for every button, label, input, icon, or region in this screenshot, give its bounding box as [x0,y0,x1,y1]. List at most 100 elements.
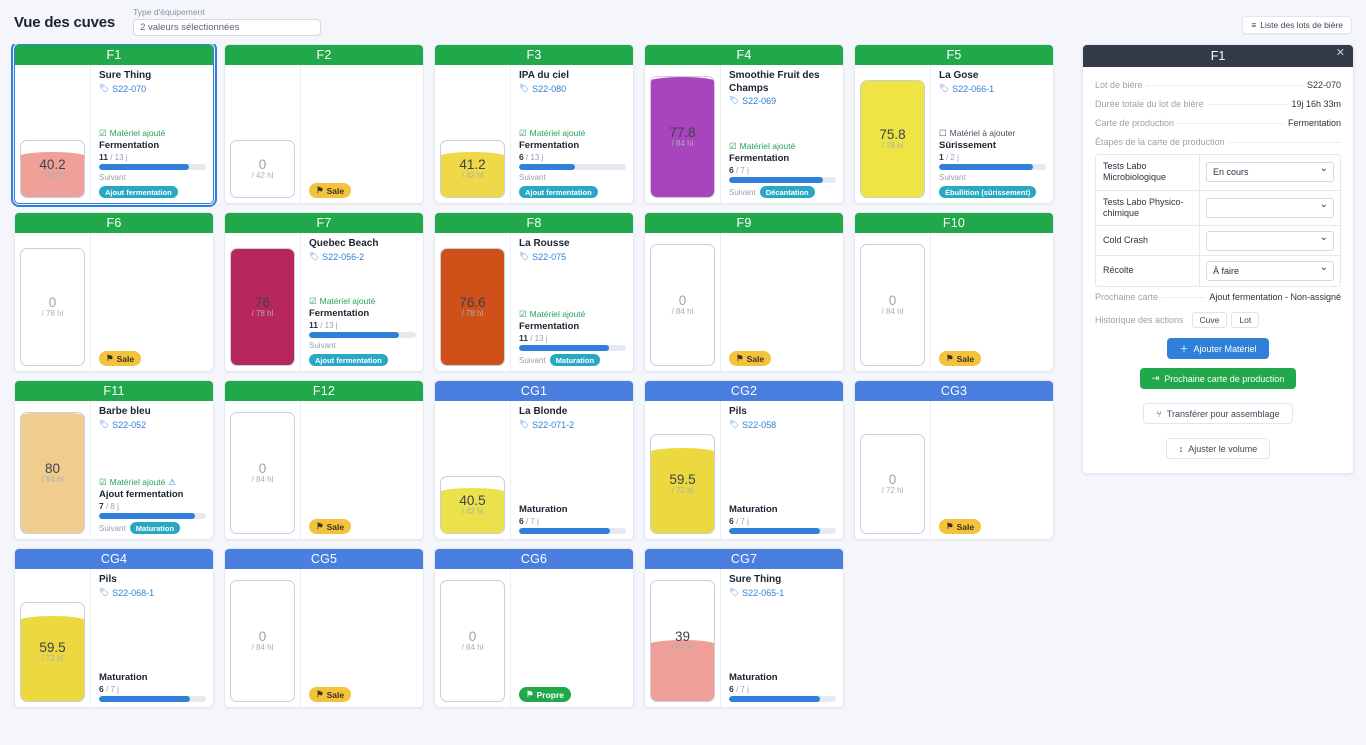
beer-lot-row[interactable]: 🏷 S22-080 [519,84,626,94]
step-day-total: / 2 j [943,153,959,162]
close-icon[interactable]: ✕ [1336,48,1345,59]
beer-lot-row[interactable]: 🏷 S22-052 [99,420,206,430]
status-badge-wrapper: ⚑ Sale [99,351,206,366]
tank-card-f4[interactable]: F4 77.8/ 84 hl Smoothie Fruit des Champs 🏷 S… [644,44,844,204]
beer-lot-row[interactable]: 🏷 S22-070 [99,84,206,94]
panel-action-button[interactable]: ＋ Ajouter Matériel [1167,338,1269,359]
beer-lot-list-button[interactable]: ≡ Liste des lots de bière [1242,16,1352,34]
beer-lot-number: S22-065-1 [742,587,785,598]
production-step-select-wrapper [1200,226,1340,255]
tank-card-cg7[interactable]: CG7 39/ 84 hl Sure Thing 🏷 S22-065-1 Maturati… [644,548,844,708]
tank-card-f10[interactable]: F10 0/ 84 hl ⚑ Sale [854,212,1054,372]
tank-card-f8[interactable]: F8 76.6/ 78 hl La Rousse 🏷 S22-075 ☑ Matériel … [434,212,634,372]
status-badge-wrapper: ⚑ Sale [729,351,836,366]
current-step-name: Maturation [729,503,778,515]
tank-card-cg2[interactable]: CG2 59.5/ 72 hl Pils 🏷 S22-058 Maturation 6 / … [644,380,844,540]
vessel-volume-labels: 41.2/ 42 hl [456,157,488,182]
material-status-row: ☑ Matériel ajouté [519,128,626,139]
production-step-status-select[interactable]: En cours [1206,162,1334,183]
step-progress-bar [309,332,416,338]
vertical-bar-icon: ↕ [1178,443,1184,454]
tank-card-cg4[interactable]: CG4 59.5/ 72 hl Pils 🏷 S22-068-1 Maturation 6 … [14,548,214,708]
step-day-total: / 7 j [103,685,119,694]
dotted-leader [1178,123,1284,124]
beer-lot-row[interactable]: 🏷 S22-065-1 [729,588,836,598]
tank-card-f1[interactable]: F1 40.2/ 42 hl Sure Thing 🏷 S22-070 ☑ Matériel… [11,41,217,207]
tank-info-column: ⚑ Sale [301,65,423,203]
next-step-row: Suivant Décantation [729,186,836,198]
step-progress-bar [519,528,626,534]
history-tank-button[interactable]: Cuve [1191,312,1228,328]
production-step-label: Cold Crash [1096,226,1200,255]
tank-grid: F1 40.2/ 42 hl Sure Thing 🏷 S22-070 ☑ Matériel… [11,41,1072,708]
panel-action-button[interactable]: ⇥ Prochaine carte de production [1139,368,1297,389]
status-badge[interactable]: ⚑ Sale [939,351,982,366]
main-content: F1 40.2/ 42 hl Sure Thing 🏷 S22-070 ☑ Matériel… [0,41,1366,745]
action-history-row: Historique des actions Cuve Lot [1095,306,1341,330]
tank-capacity: / 84 hl [881,306,904,316]
beer-lot-row[interactable]: 🏷 S22-068-1 [99,588,206,598]
beer-lot-row[interactable]: 🏷 S22-071-2 [519,420,626,430]
status-badge[interactable]: ⚑ Sale [99,351,142,366]
status-badge[interactable]: ⚑ Sale [309,183,352,198]
beer-lot-row[interactable]: 🏷 S22-058 [729,420,836,430]
step-day-current: 11 [519,333,528,343]
tank-card-body: 40.2/ 42 hl Sure Thing 🏷 S22-070 ☑ Matériel a… [15,65,213,203]
tank-card-cg1[interactable]: CG1 40.5/ 42 hl La Blonde 🏷 S22-071-2 Maturat… [434,380,634,540]
tank-volume: 0 [258,628,267,644]
history-lot-button[interactable]: Lot [1231,312,1260,328]
step-day-counter: 6 / 13 j [519,152,626,162]
vessel-volume-labels: 0/ 84 hl [879,293,907,318]
tank-volume: 76 [254,294,270,310]
next-step-badge: Ajout fermentation [309,354,388,366]
equipment-type-select[interactable]: 2 valeurs sélectionnées [133,18,322,36]
step-day-counter: 7 / 8 j [99,501,206,511]
step-progress-fill [519,528,610,534]
panel-action-button[interactable]: ⑂ Transférer pour assemblage [1143,403,1293,424]
checkbox-checked-icon: ☑ [309,295,317,306]
status-badge[interactable]: ⚑ Sale [309,687,352,702]
tank-card-f7[interactable]: F7 76/ 78 hl Quebec Beach 🏷 S22-056-2 ☑ Matéri… [224,212,424,372]
tank-vessel: 0/ 84 hl [860,244,925,366]
vessel-volume-labels: 0/ 84 hl [459,629,487,654]
production-step-status-select[interactable] [1206,230,1334,251]
tank-name: F12 [312,384,336,398]
tank-info-column: ⚑ Sale [91,233,213,371]
tank-card-cg3[interactable]: CG3 0/ 72 hl ⚑ Sale [854,380,1054,540]
material-status-label: Matériel à ajouter [949,128,1016,139]
status-badge-wrapper: ⚑ Sale [939,351,1046,366]
status-badge[interactable]: ⚑ Sale [729,351,772,366]
tank-card-cg5[interactable]: CG5 0/ 84 hl ⚑ Sale [224,548,424,708]
step-day-total: / 7 j [733,166,749,175]
beer-lot-row[interactable]: 🏷 S22-066-1 [939,84,1046,94]
beer-lot-row[interactable]: 🏷 S22-056-2 [309,252,416,262]
tank-card-header: CG4 [15,549,213,569]
panel-action-button[interactable]: ↕ Ajuster le volume [1165,438,1271,459]
status-badge[interactable]: ⚑ Sale [939,519,982,534]
tank-card-f6[interactable]: F6 0/ 78 hl ⚑ Sale [14,212,214,372]
tank-capacity: / 84 hl [671,138,694,148]
status-badge[interactable]: ⚑ Propre [519,687,572,702]
tank-card-f5[interactable]: F5 75.8/ 78 hl La Gose 🏷 S22-066-1 ☐ Matériel … [854,44,1054,204]
step-progress-fill [729,177,824,183]
status-badge[interactable]: ⚑ Sale [309,519,352,534]
tank-capacity: / 78 hl [461,308,484,318]
tank-card-f3[interactable]: F3 41.2/ 42 hl IPA du ciel 🏷 S22-080 ☑ Matérie… [434,44,634,204]
tank-vessel: 39/ 84 hl [650,580,715,702]
tank-card-f11[interactable]: F11 80/ 84 hl Barbe bleu 🏷 S22-052 ☑ Matériel … [14,380,214,540]
tank-vessel: 0/ 84 hl [440,580,505,702]
tank-card-f12[interactable]: F12 0/ 84 hl ⚑ Sale [224,380,424,540]
beer-lot-number: S22-052 [112,419,147,430]
tank-card-cg6[interactable]: CG6 0/ 84 hl ⚑ Propre [434,548,634,708]
production-step-status-select[interactable] [1206,197,1334,218]
current-step-name: Fermentation [309,307,370,319]
current-step-name: Fermentation [729,152,790,164]
production-step-status-select[interactable]: À faire [1206,261,1334,281]
tank-card-f9[interactable]: F9 0/ 84 hl ⚑ Sale [644,212,844,372]
tank-card-f2[interactable]: F2 0/ 42 hl ⚑ Sale [224,44,424,204]
current-step-name: Sûrissement [939,139,997,151]
next-step-badge: Ébullition (sûrissement) [939,186,1037,198]
vessel-volume-labels: 0/ 72 hl [879,472,907,497]
beer-lot-row[interactable]: 🏷 S22-075 [519,252,626,262]
beer-lot-row[interactable]: 🏷 S22-069 [729,96,836,106]
